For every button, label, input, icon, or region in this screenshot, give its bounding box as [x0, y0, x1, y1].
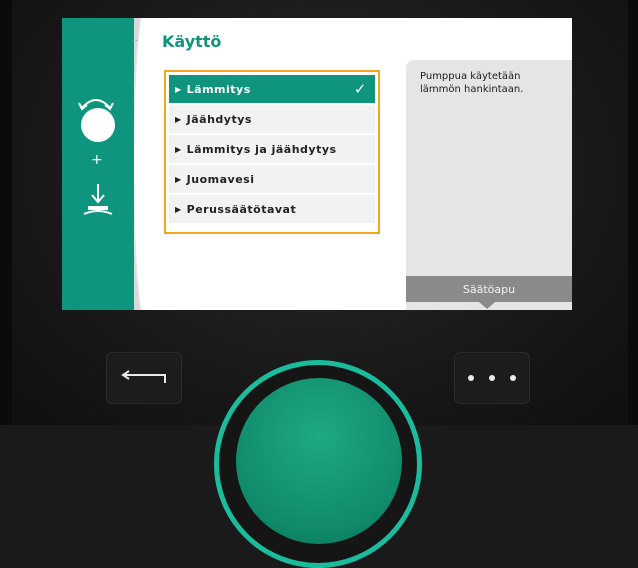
help-text: Pumppua käytetään lämmön hankintaan.: [420, 71, 524, 95]
menu-item-label: Lämmitys: [186, 82, 251, 96]
caret-right-icon: ▶: [175, 144, 182, 154]
side-panel: +: [62, 18, 134, 310]
mode-menu: ▶ Lämmitys ✓ ▶ Jäähdytys ▶ Lämmitys ja j…: [164, 70, 380, 234]
control-knob[interactable]: [236, 378, 402, 544]
side-dots: ..: [132, 34, 138, 44]
display-screen: + .. Käyttö ▶ Lämmitys ✓ ▶ Jäähdytys ▶ L…: [62, 18, 572, 310]
caret-right-icon: ▶: [175, 84, 182, 94]
circle-icon: [81, 108, 115, 142]
back-button[interactable]: [106, 352, 182, 404]
menu-item-lammitys[interactable]: ▶ Lämmitys ✓: [169, 75, 375, 103]
caret-right-icon: ▶: [175, 204, 182, 214]
caret-right-icon: ▶: [175, 174, 182, 184]
pump-device: + .. Käyttö ▶ Lämmitys ✓ ▶ Jäähdytys ▶ L…: [0, 0, 638, 568]
context-menu-button[interactable]: [454, 352, 530, 404]
menu-item-label: Jäähdytys: [186, 112, 252, 126]
menu-item-label: Perussäätötavat: [186, 202, 297, 216]
three-dots-icon: [468, 375, 516, 381]
check-icon: ✓: [353, 80, 367, 98]
down-arrow-icon: [83, 184, 113, 215]
menu-item-label: Juomavesi: [186, 172, 255, 186]
device-edge-left: [0, 0, 12, 425]
menu-item-jaahdytys[interactable]: ▶ Jäähdytys: [169, 105, 375, 133]
menu-item-perussaatotavat[interactable]: ▶ Perussäätötavat: [169, 195, 375, 223]
menu-item-juomavesi[interactable]: ▶ Juomavesi: [169, 165, 375, 193]
plus-icon: +: [91, 152, 103, 168]
caret-right-icon: ▶: [175, 114, 182, 124]
help-button-pointer: [479, 302, 495, 309]
menu-item-lammitys-ja-jaahdytys[interactable]: ▶ Lämmitys ja jäähdytys: [169, 135, 375, 163]
menu-item-label: Lämmitys ja jäähdytys: [186, 142, 337, 156]
back-arrow-icon: [121, 370, 166, 383]
help-button[interactable]: Säätöapu: [406, 276, 572, 302]
page-title: Käyttö: [162, 32, 222, 51]
device-edge-right: [628, 0, 638, 425]
help-panel: Pumppua käytetään lämmön hankintaan.: [406, 60, 572, 310]
